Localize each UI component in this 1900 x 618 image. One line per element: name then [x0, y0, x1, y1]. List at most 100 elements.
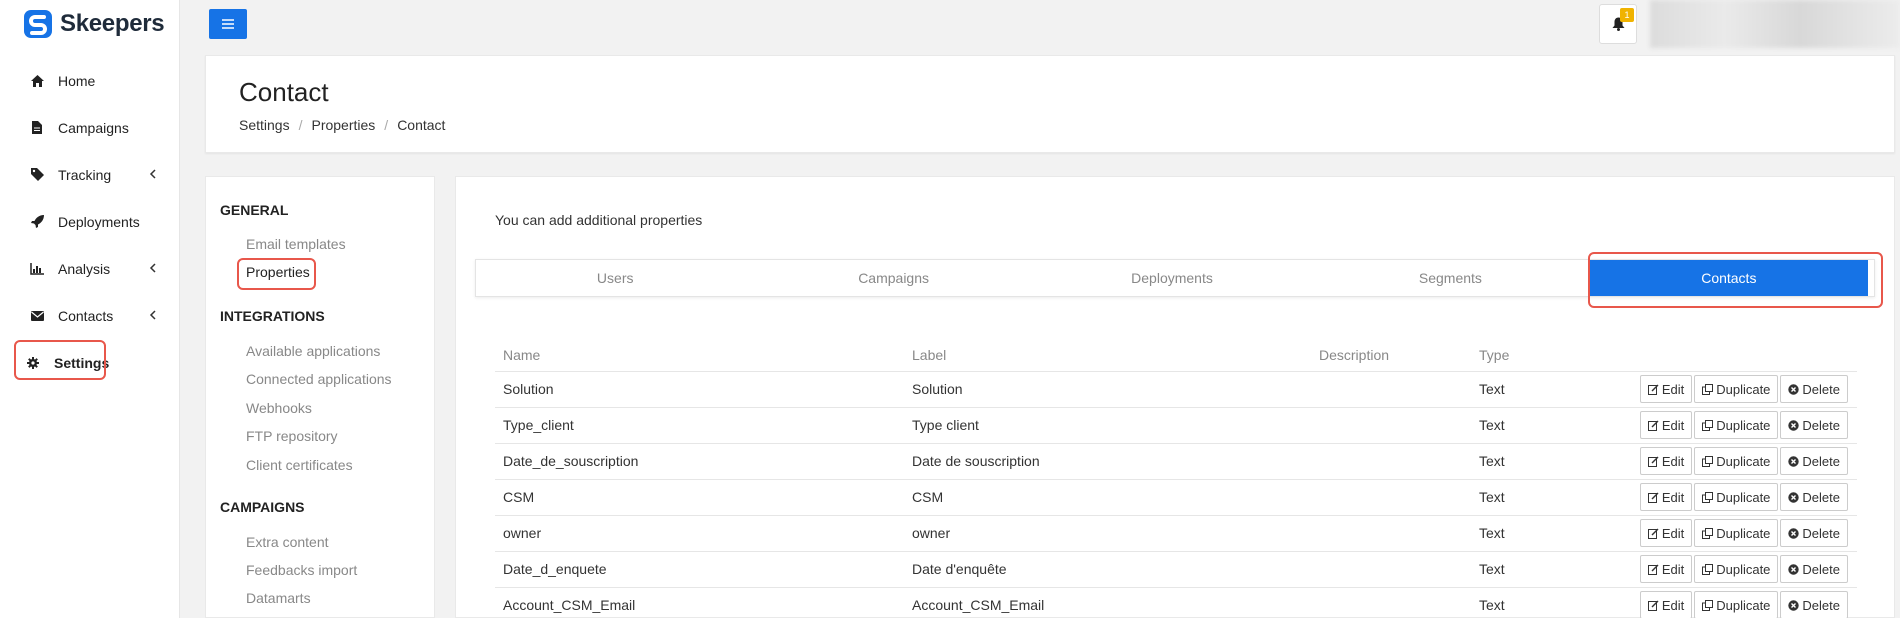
nav-item-campaigns[interactable]: Campaigns	[0, 104, 180, 151]
duplicate-icon	[1702, 455, 1714, 467]
nav-label-campaigns: Campaigns	[58, 119, 129, 136]
properties-table: Name Label Description Type Solution Solu…	[495, 339, 1857, 618]
nav-label-home: Home	[58, 72, 96, 89]
notifications-button[interactable]: 1	[1599, 4, 1637, 44]
submenu-connected-applications[interactable]: Connected applications	[246, 371, 392, 387]
cell-name: CSM	[495, 479, 904, 516]
duplicate-button[interactable]: Duplicate	[1694, 519, 1779, 547]
tag-icon	[28, 166, 46, 184]
tab-deployments[interactable]: Deployments	[1033, 260, 1311, 296]
topbar: 1	[181, 0, 1900, 52]
table-row: Account_CSM_Email Account_CSM_Email Text Ed…	[495, 587, 1857, 618]
submenu-feedbacks-import[interactable]: Feedbacks import	[246, 562, 357, 578]
section-general: GENERAL	[220, 202, 289, 218]
duplicate-button[interactable]: Duplicate	[1694, 411, 1779, 439]
col-description: Description	[1311, 339, 1471, 372]
submenu-extra-content[interactable]: Extra content	[246, 534, 329, 550]
duplicate-button[interactable]: Duplicate	[1694, 447, 1779, 475]
edit-button[interactable]: Edit	[1639, 411, 1693, 439]
tab-users[interactable]: Users	[476, 260, 754, 296]
settings-highlight	[14, 340, 106, 380]
edit-button[interactable]: Edit	[1639, 519, 1693, 547]
properties-highlight	[237, 258, 316, 290]
duplicate-icon	[1702, 527, 1714, 539]
duplicate-button[interactable]: Duplicate	[1694, 483, 1779, 511]
duplicate-icon	[1702, 491, 1714, 503]
submenu-webhooks[interactable]: Webhooks	[246, 400, 312, 416]
cell-label: Type client	[904, 407, 1311, 444]
nav-label-analysis: Analysis	[58, 260, 111, 277]
hamburger-icon	[222, 19, 234, 29]
edit-button[interactable]: Edit	[1639, 483, 1693, 511]
tab-campaigns[interactable]: Campaigns	[754, 260, 1032, 296]
duplicate-icon	[1702, 383, 1714, 395]
tab-segments[interactable]: Segments	[1311, 260, 1589, 296]
col-actions	[1611, 339, 1857, 372]
cell-description	[1311, 551, 1471, 588]
delete-icon	[1788, 383, 1800, 395]
duplicate-label: Duplicate	[1716, 381, 1771, 397]
duplicate-label: Duplicate	[1716, 525, 1771, 541]
duplicate-icon	[1702, 563, 1714, 575]
nav-item-home[interactable]: Home	[0, 57, 180, 104]
menu-toggle-button[interactable]	[209, 9, 247, 39]
cell-type: Text	[1471, 479, 1611, 516]
breadcrumb-settings[interactable]: Settings	[239, 117, 290, 133]
chevron-left-icon	[149, 169, 156, 179]
nav-item-tracking[interactable]: Tracking	[0, 151, 180, 198]
breadcrumb-properties[interactable]: Properties	[311, 117, 375, 133]
edit-button[interactable]: Edit	[1639, 447, 1693, 475]
edit-button[interactable]: Edit	[1639, 555, 1693, 583]
cell-label: Account_CSM_Email	[904, 587, 1311, 618]
duplicate-button[interactable]: Duplicate	[1694, 591, 1779, 618]
submenu-ftp-repository[interactable]: FTP repository	[246, 428, 338, 444]
skeepers-logo-icon	[24, 10, 52, 38]
delete-button[interactable]: Delete	[1780, 375, 1848, 403]
logo[interactable]: Skeepers	[22, 8, 165, 40]
edit-icon	[1647, 492, 1659, 503]
delete-button[interactable]: Delete	[1780, 555, 1848, 583]
cell-type: Text	[1471, 407, 1611, 444]
edit-icon	[1647, 456, 1659, 467]
delete-icon	[1788, 563, 1800, 575]
duplicate-label: Duplicate	[1716, 417, 1771, 433]
delete-button[interactable]: Delete	[1780, 519, 1848, 547]
cell-actions: Edit Duplicate Delete	[1611, 587, 1857, 618]
edit-label: Edit	[1661, 597, 1685, 613]
sidebar: Skeepers Home Campaigns Tracking Deploym…	[0, 0, 180, 618]
breadcrumb-separator: /	[384, 117, 389, 133]
cell-type: Text	[1471, 443, 1611, 480]
main-nav: Home Campaigns Tracking Deployments Anal…	[0, 57, 180, 386]
envelope-icon	[28, 307, 46, 325]
edit-button[interactable]: Edit	[1639, 591, 1693, 618]
submenu-available-applications[interactable]: Available applications	[246, 343, 380, 359]
duplicate-button[interactable]: Duplicate	[1694, 375, 1779, 403]
table-row: Date_d_enquete Date d'enquête Text Edit Dupl…	[495, 551, 1857, 588]
delete-button[interactable]: Delete	[1780, 591, 1848, 618]
nav-item-deployments[interactable]: Deployments	[0, 198, 180, 245]
submenu-client-certificates[interactable]: Client certificates	[246, 457, 353, 473]
edit-icon	[1647, 564, 1659, 575]
cell-description	[1311, 515, 1471, 552]
duplicate-button[interactable]: Duplicate	[1694, 555, 1779, 583]
edit-button[interactable]: Edit	[1639, 375, 1693, 403]
cell-label: Date de souscription	[904, 443, 1311, 480]
col-type: Type	[1471, 339, 1611, 372]
delete-button[interactable]: Delete	[1780, 447, 1848, 475]
nav-item-analysis[interactable]: Analysis	[0, 245, 180, 292]
breadcrumb-contact: Contact	[397, 117, 446, 133]
edit-icon	[1647, 600, 1659, 611]
submenu-datamarts[interactable]: Datamarts	[246, 590, 311, 606]
page-title: Contact	[239, 77, 329, 107]
delete-button[interactable]: Delete	[1780, 411, 1848, 439]
cell-actions: Edit Duplicate Delete	[1611, 479, 1857, 516]
delete-label: Delete	[1802, 525, 1840, 541]
edit-icon	[1647, 420, 1659, 431]
submenu-email-templates[interactable]: Email templates	[246, 236, 346, 252]
cell-label: owner	[904, 515, 1311, 552]
cell-actions: Edit Duplicate Delete	[1611, 407, 1857, 444]
cell-description	[1311, 407, 1471, 444]
nav-item-contacts[interactable]: Contacts	[0, 292, 180, 339]
delete-button[interactable]: Delete	[1780, 483, 1848, 511]
user-menu[interactable]	[1650, 0, 1900, 48]
